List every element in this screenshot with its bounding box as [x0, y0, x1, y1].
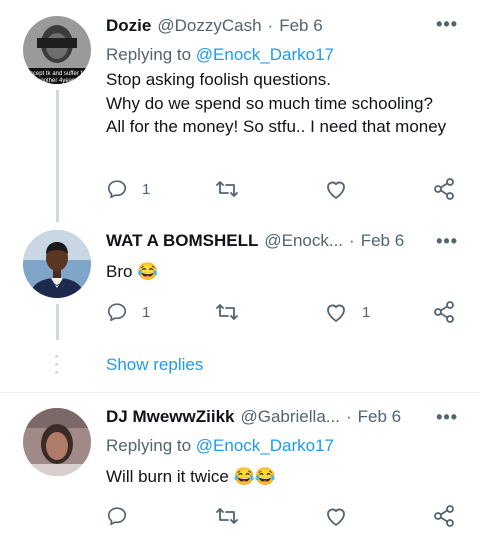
heart-icon — [327, 508, 345, 526]
replying-to: Replying to @Enock_Darko17 — [106, 45, 334, 65]
retweet-button[interactable] — [215, 501, 239, 531]
display-name[interactable]: Dozie — [106, 16, 151, 36]
replying-to: Replying to @Enock_Darko17 — [106, 436, 334, 456]
replying-prefix: Replying to — [106, 45, 196, 64]
share-button[interactable] — [432, 297, 456, 327]
share-button[interactable] — [432, 174, 456, 204]
separator: · — [349, 231, 355, 250]
tweet-date[interactable]: Feb 6 — [361, 231, 404, 251]
reply-button[interactable] — [106, 501, 128, 531]
like-button[interactable] — [324, 501, 348, 531]
thread-line — [56, 304, 59, 340]
thread-line — [56, 90, 59, 222]
retweet-icon — [216, 181, 238, 197]
tweet-actions: 1 — [106, 174, 460, 204]
tweet-actions — [106, 501, 460, 531]
tweet-header: WAT A BOMSHELL @Enock... · Feb 6 — [106, 229, 460, 253]
tweet-dozie[interactable]: accept tk and suffer for another 4years … — [0, 0, 480, 222]
user-handle[interactable]: @Enock... — [264, 231, 343, 251]
share-icon — [434, 178, 454, 200]
tweet-dj-mwewwziikk[interactable]: DJ MwewwZiikk @Gabriella... · Feb 6 ••• … — [0, 393, 480, 540]
tweet-text-line: Stop asking foolish questions. — [106, 70, 331, 89]
like-button[interactable] — [324, 174, 362, 204]
retweet-icon — [216, 304, 238, 320]
retweet-button[interactable] — [215, 174, 239, 204]
more-horizontal-icon[interactable]: ••• — [436, 14, 458, 35]
tweet-date[interactable]: Feb 6 — [358, 407, 401, 427]
tweet-date[interactable]: Feb 6 — [279, 16, 322, 36]
reply-bubble-icon — [107, 303, 127, 322]
tweet-text: Stop asking foolish questions. Why do we… — [106, 68, 456, 139]
svg-text:another 4years: another 4years — [37, 78, 77, 84]
tweet-header: DJ MwewwZiikk @Gabriella... · Feb 6 — [106, 405, 460, 429]
tweet-text: Will burn it twice 😂😂 — [106, 467, 276, 486]
display-name[interactable]: WAT A BOMSHELL — [106, 231, 258, 251]
reply-button[interactable]: 1 — [106, 174, 150, 204]
share-icon — [434, 505, 454, 527]
avatar-image — [23, 230, 91, 298]
user-handle[interactable]: @Gabriella... — [240, 407, 339, 427]
reply-button[interactable]: 1 — [106, 297, 150, 327]
heart-icon — [327, 304, 345, 322]
avatar[interactable] — [23, 230, 91, 298]
tweet-text: Bro 😂 — [106, 262, 159, 281]
reply-bubble-icon — [107, 180, 127, 199]
avatar[interactable] — [23, 408, 91, 476]
tweet-header: Dozie @DozzyCash · Feb 6 — [106, 14, 460, 38]
separator: · — [345, 407, 352, 426]
mention-link[interactable]: @Enock_Darko17 — [196, 45, 334, 64]
more-horizontal-icon[interactable]: ••• — [436, 231, 458, 252]
avatar[interactable]: accept tk and suffer for another 4years — [23, 16, 91, 84]
share-button[interactable] — [432, 501, 456, 531]
display-name[interactable]: DJ MwewwZiikk — [106, 407, 234, 427]
reply-bubble-icon — [107, 507, 127, 526]
tweet-actions: 1 1 — [106, 297, 460, 327]
retweet-button[interactable] — [215, 297, 239, 327]
tweet-text-line: All for the money! So stfu.. I need that… — [106, 117, 447, 136]
like-button[interactable]: 1 — [324, 297, 370, 327]
share-icon — [434, 301, 454, 323]
mention-link[interactable]: @Enock_Darko17 — [196, 436, 334, 455]
more-horizontal-icon[interactable]: ••• — [436, 407, 458, 428]
reply-count: 1 — [142, 303, 151, 321]
heart-icon — [327, 181, 345, 199]
avatar-image — [23, 408, 91, 476]
retweet-icon — [216, 508, 238, 524]
tweet-text-line: Why do we spend so much time schooling? — [106, 93, 433, 113]
avatar-image: accept tk and suffer for another 4years — [23, 16, 91, 84]
svg-text:accept tk and suffer for: accept tk and suffer for — [27, 71, 88, 77]
reply-count: 1 — [142, 180, 151, 198]
show-replies-link[interactable]: Show replies — [106, 355, 203, 375]
user-handle[interactable]: @DozzyCash — [157, 16, 261, 36]
thread-dots — [55, 355, 59, 379]
separator: · — [267, 16, 274, 35]
like-count: 1 — [362, 303, 371, 321]
replying-prefix: Replying to — [106, 436, 196, 455]
tweet-wat-a-bomshell[interactable]: WAT A BOMSHELL @Enock... · Feb 6 ••• Bro… — [0, 222, 480, 392]
